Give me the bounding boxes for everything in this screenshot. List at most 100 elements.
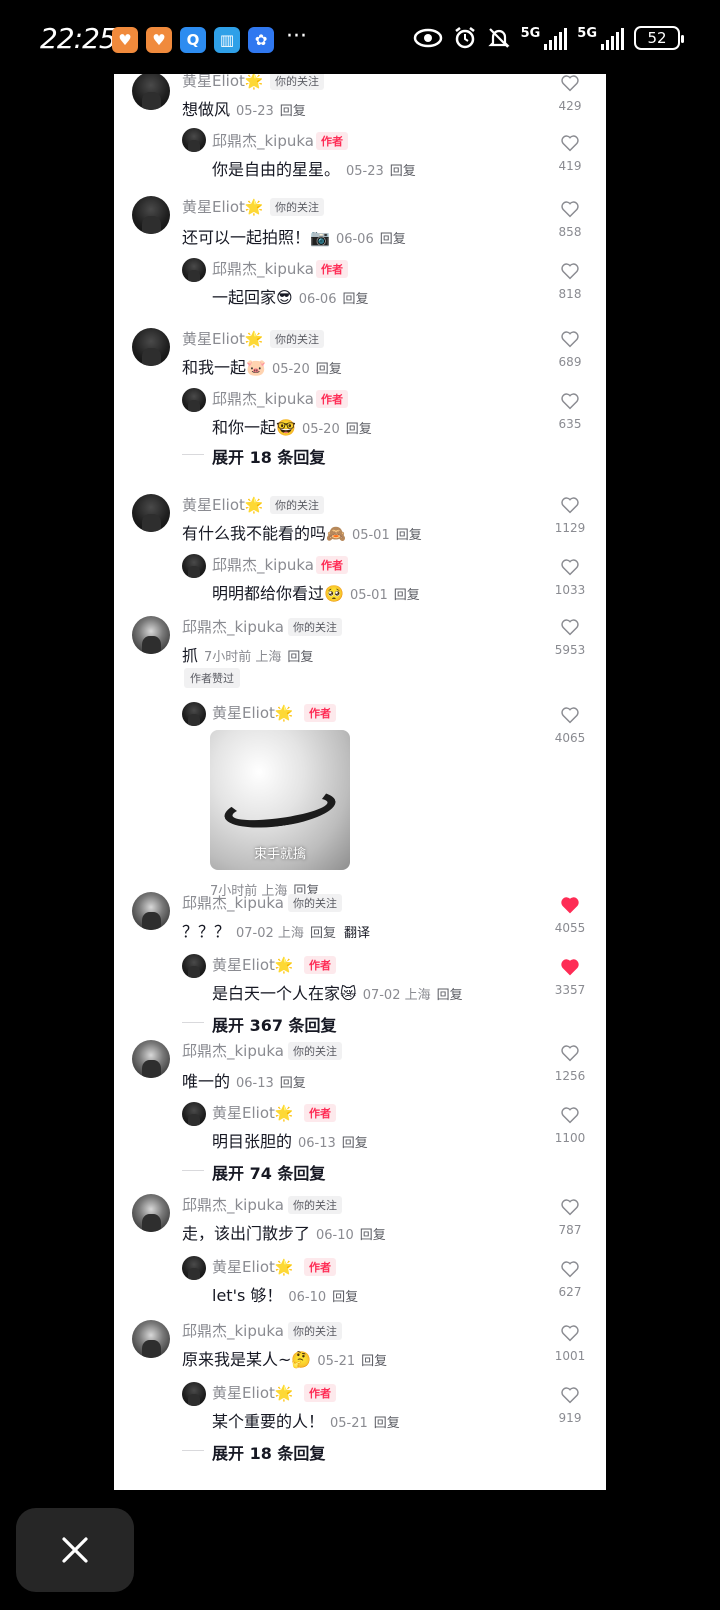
- reply-text: 明明都给你看过🥺 05-01 回复: [212, 584, 420, 603]
- like-button[interactable]: 858: [548, 200, 592, 239]
- reply-button[interactable]: 回复: [396, 528, 422, 543]
- avatar[interactable]: [182, 702, 206, 726]
- author-tag: 作者: [304, 1104, 336, 1122]
- reply-button[interactable]: 回复: [342, 292, 368, 307]
- comment-username[interactable]: 邱鼎杰_kipuka: [182, 1194, 284, 1215]
- reply-button[interactable]: 回复: [280, 104, 306, 119]
- following-tag: 你的关注: [270, 496, 324, 514]
- following-tag: 你的关注: [288, 1042, 342, 1060]
- like-button[interactable]: 818: [548, 262, 592, 301]
- like-button[interactable]: 787: [548, 1198, 592, 1237]
- like-button[interactable]: 689: [548, 330, 592, 369]
- like-button-liked[interactable]: 4055: [548, 896, 592, 935]
- reply-button[interactable]: 回复: [437, 988, 463, 1003]
- like-count: 5953: [554, 643, 586, 657]
- like-button[interactable]: 1033: [548, 558, 592, 597]
- avatar[interactable]: [132, 494, 170, 532]
- reply-button[interactable]: 回复: [390, 164, 416, 179]
- reply-button[interactable]: 回复: [332, 1290, 358, 1305]
- reply-username[interactable]: 邱鼎杰_kipuka: [212, 388, 314, 409]
- reply-button[interactable]: 回复: [361, 1354, 387, 1369]
- like-button-liked[interactable]: 3357: [548, 958, 592, 997]
- expand-replies-button[interactable]: 展开 367 条回复: [182, 1012, 337, 1036]
- comment-text: ？？？ 07-02 上海 回复 翻译: [182, 922, 370, 941]
- comment-text: 走，该出门散步了 06-10 回复: [182, 1224, 386, 1243]
- reply-username[interactable]: 黄星Eliot🌟: [212, 1256, 294, 1277]
- avatar[interactable]: [132, 1320, 170, 1358]
- reply-username[interactable]: 邱鼎杰_kipuka: [212, 554, 314, 575]
- comment-username[interactable]: 邱鼎杰_kipuka: [182, 1320, 284, 1341]
- reply-username[interactable]: 邱鼎杰_kipuka: [212, 258, 314, 279]
- author-tag: 作者: [304, 1258, 336, 1276]
- author-liked-badge: 作者赞过: [184, 668, 240, 688]
- avatar[interactable]: [182, 128, 206, 152]
- like-button[interactable]: 429: [548, 74, 592, 113]
- avatar[interactable]: [132, 1040, 170, 1078]
- avatar[interactable]: [182, 1256, 206, 1280]
- expand-replies-button[interactable]: 展开 18 条回复: [181, 444, 325, 468]
- like-button[interactable]: 1129: [548, 496, 592, 535]
- like-button[interactable]: 4065: [548, 706, 592, 745]
- following-tag: 你的关注: [270, 330, 324, 348]
- reply-username[interactable]: 黄星Eliot🌟: [212, 1102, 294, 1123]
- reply-button[interactable]: 回复: [394, 588, 420, 603]
- close-icon: [62, 1537, 88, 1563]
- avatar[interactable]: [132, 1194, 170, 1232]
- reply-button[interactable]: 回复: [316, 362, 342, 377]
- reply-button[interactable]: 回复: [342, 1136, 368, 1151]
- comment-username[interactable]: 邱鼎杰_kipuka: [182, 616, 284, 637]
- reply-button[interactable]: 回复: [380, 232, 406, 247]
- sticker-image[interactable]: 束手就擒: [210, 730, 350, 870]
- avatar[interactable]: [132, 328, 170, 366]
- like-button[interactable]: 1100: [548, 1106, 592, 1145]
- heart-app-icon: ♥: [112, 27, 138, 53]
- heart-icon: [561, 1387, 579, 1404]
- comment-username[interactable]: 邱鼎杰_kipuka: [182, 892, 284, 913]
- comment-username[interactable]: 黄星Eliot🌟: [182, 74, 264, 91]
- avatar[interactable]: [132, 892, 170, 930]
- close-button[interactable]: [16, 1508, 134, 1592]
- avatar[interactable]: [132, 616, 170, 654]
- avatar[interactable]: [182, 554, 206, 578]
- author-tag: 作者: [304, 704, 336, 722]
- comment-username[interactable]: 黄星Eliot🌟: [182, 494, 264, 515]
- like-button[interactable]: 419: [548, 134, 592, 173]
- like-count: 419: [558, 159, 582, 173]
- comment-username[interactable]: 黄星Eliot🌟: [182, 196, 264, 217]
- heart-icon: [561, 707, 579, 724]
- like-button[interactable]: 1001: [548, 1324, 592, 1363]
- heart-icon: [561, 1199, 579, 1216]
- translate-button[interactable]: 翻译: [344, 926, 370, 941]
- avatar[interactable]: [132, 196, 170, 234]
- like-button[interactable]: 627: [548, 1260, 592, 1299]
- avatar[interactable]: [182, 1102, 206, 1126]
- reply-button[interactable]: 回复: [280, 1076, 306, 1091]
- avatar[interactable]: [182, 954, 206, 978]
- reply-username[interactable]: 黄星Eliot🌟: [212, 1382, 294, 1403]
- reply-button[interactable]: 回复: [374, 1416, 400, 1431]
- following-tag: 你的关注: [270, 198, 324, 216]
- comment-list[interactable]: 黄星Eliot🌟 你的关注 想做风 05-23 回复 429 邱鼎杰_kipuka …: [114, 74, 606, 1490]
- reply-button[interactable]: 回复: [346, 422, 372, 437]
- like-button[interactable]: 1256: [548, 1044, 592, 1083]
- heart-icon: [561, 135, 579, 152]
- reply-username[interactable]: 邱鼎杰_kipuka: [212, 130, 314, 151]
- avatar[interactable]: [132, 74, 170, 110]
- comment-username[interactable]: 邱鼎杰_kipuka: [182, 1040, 284, 1061]
- expand-replies-button[interactable]: 展开 74 条回复: [181, 1160, 325, 1184]
- like-button[interactable]: 635: [548, 392, 592, 431]
- reply-button[interactable]: 回复: [360, 1228, 386, 1243]
- reply-username[interactable]: 黄星Eliot🌟: [212, 954, 294, 975]
- following-tag: 你的关注: [288, 1196, 342, 1214]
- more-notifications-icon: ···: [286, 24, 307, 49]
- avatar[interactable]: [182, 1382, 206, 1406]
- reply-username[interactable]: 黄星Eliot🌟: [212, 702, 294, 723]
- reply-button[interactable]: 回复: [310, 926, 336, 941]
- avatar[interactable]: [182, 388, 206, 412]
- like-button[interactable]: 5953: [548, 618, 592, 657]
- like-button[interactable]: 919: [548, 1386, 592, 1425]
- avatar[interactable]: [182, 258, 206, 282]
- reply-button[interactable]: 回复: [287, 650, 313, 665]
- comment-username[interactable]: 黄星Eliot🌟: [182, 328, 264, 349]
- expand-replies-button[interactable]: 展开 18 条回复: [181, 1440, 325, 1464]
